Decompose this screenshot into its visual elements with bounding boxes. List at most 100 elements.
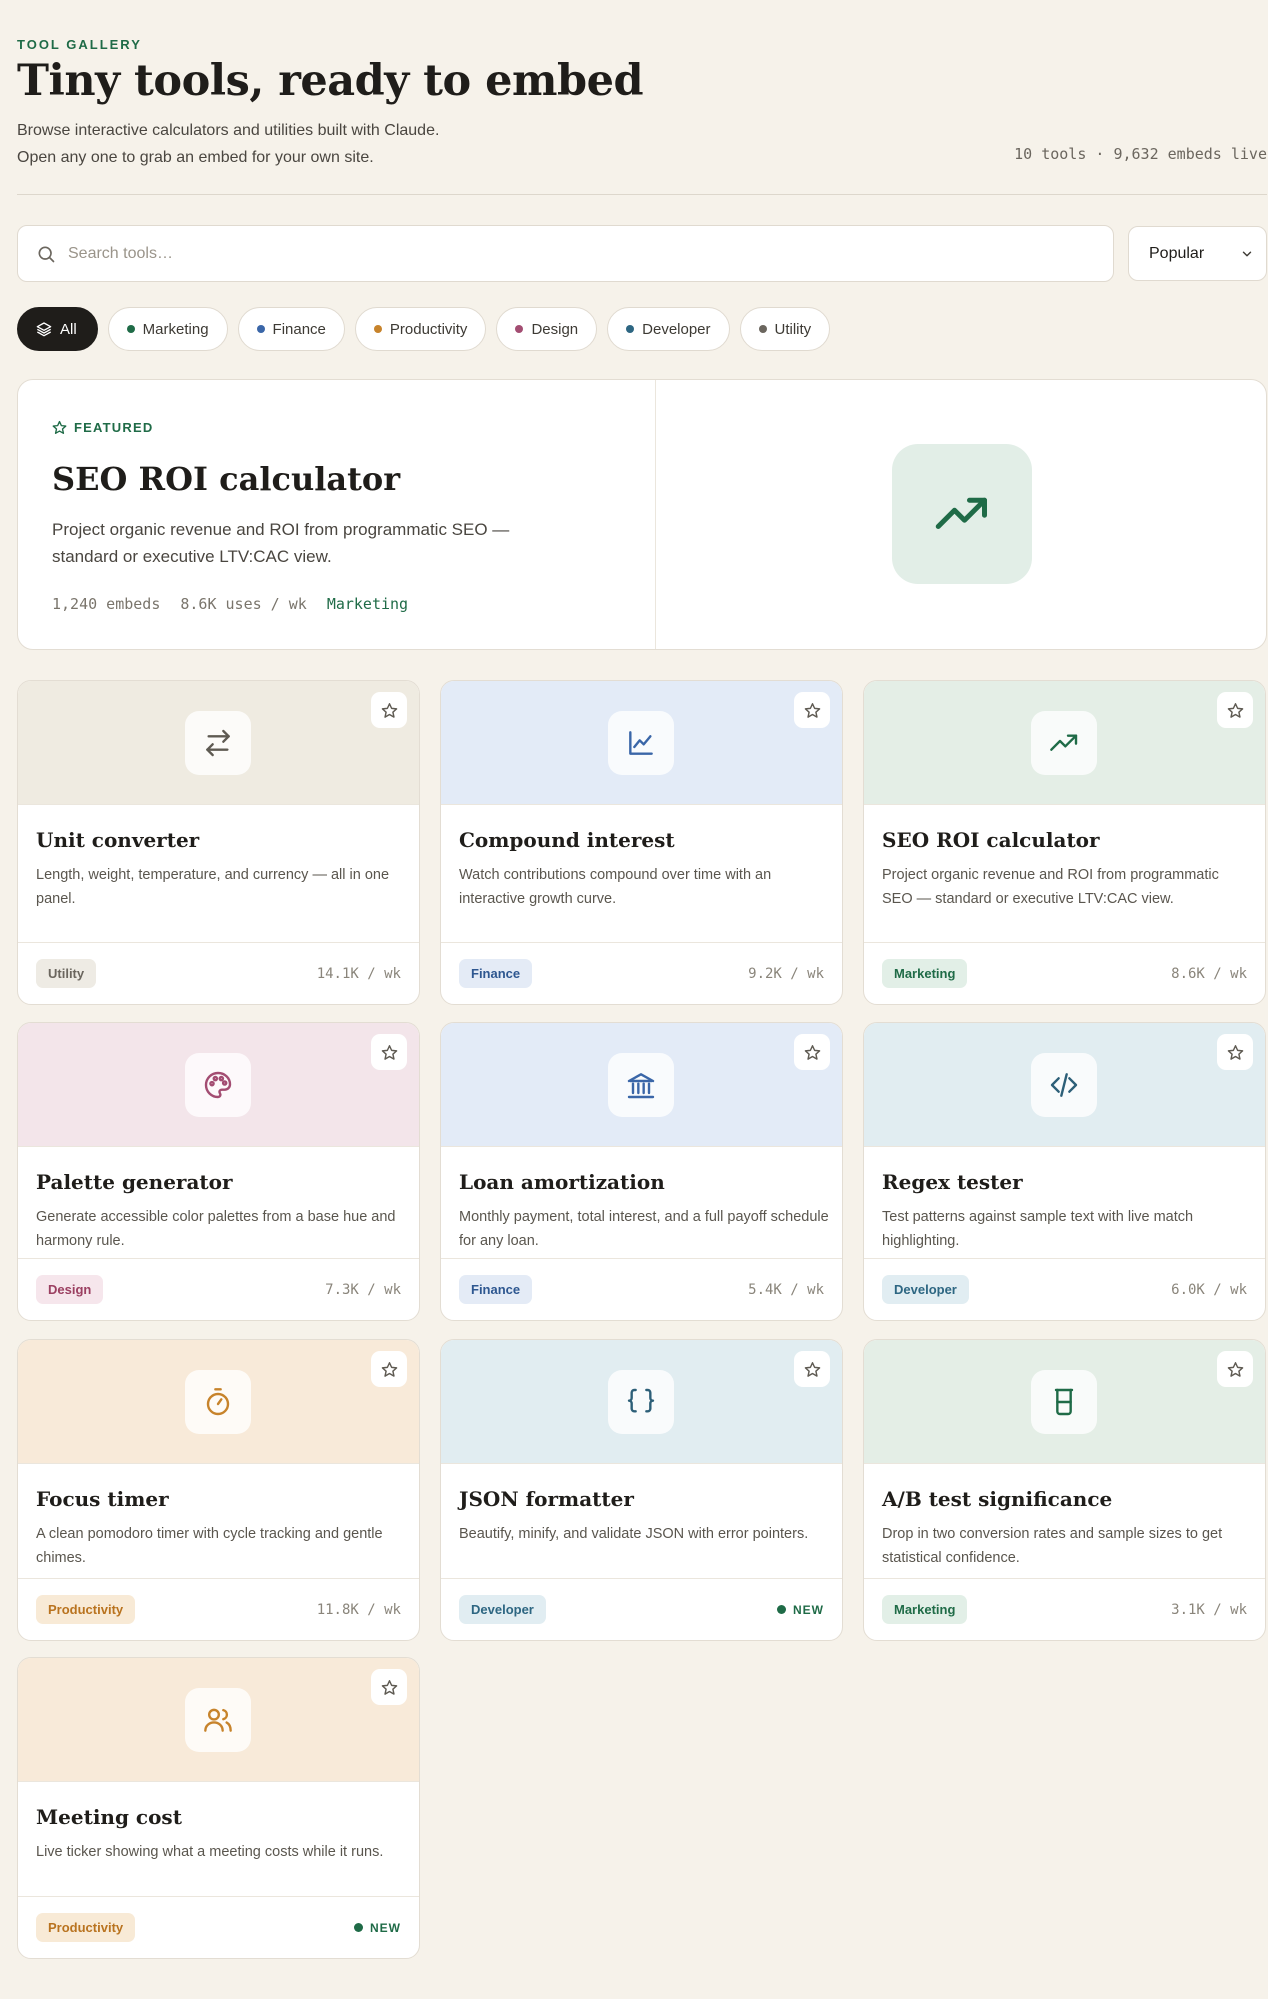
filter-chip-label: Finance bbox=[272, 320, 326, 338]
new-badge-label: NEW bbox=[793, 1602, 824, 1617]
search-icon bbox=[38, 246, 55, 262]
new-badge: NEW bbox=[354, 1921, 401, 1935]
favorite-star-icon[interactable] bbox=[371, 1351, 407, 1387]
category-dot bbox=[626, 325, 635, 333]
tool-gallery-page: TOOL GALLERY Tiny tools, ready to embed … bbox=[0, 0, 1286, 1999]
sort-selected-value: Popular bbox=[1149, 244, 1205, 262]
tool-card-description: A clean pomodoro timer with cycle tracki… bbox=[36, 1526, 383, 1566]
favorite-star-icon[interactable] bbox=[371, 1669, 407, 1705]
subtitle-line-1: Browse interactive calculators and utili… bbox=[17, 122, 440, 139]
featured-tool-card[interactable]: FEATURED SEO ROI calculator Project orga… bbox=[17, 379, 1267, 650]
palette-icon bbox=[185, 1053, 251, 1117]
sort-select[interactable]: Popular bbox=[1128, 226, 1267, 281]
search-box[interactable] bbox=[17, 225, 1114, 282]
tool-card-description: Generate accessible color palettes from … bbox=[36, 1209, 396, 1249]
category-tag: Developer bbox=[882, 1275, 969, 1304]
tool-card-json-formatter[interactable]: JSON formatter Beautify, minify, and vali… bbox=[440, 1339, 843, 1641]
tool-card-footer: Finance 9.2K / wk bbox=[441, 942, 842, 1004]
filter-chip-all[interactable]: All bbox=[17, 307, 98, 351]
tool-card-a-b-test-significance[interactable]: A/B test significance Drop in two convers… bbox=[863, 1339, 1266, 1641]
tool-card-banner bbox=[864, 681, 1265, 805]
tool-card-description: Project organic revenue and ROI from pro… bbox=[882, 867, 1219, 907]
line-chart-icon bbox=[608, 711, 674, 775]
tool-card-loan-amortization[interactable]: Loan amortization Monthly payment, total … bbox=[440, 1022, 843, 1321]
tool-card-description: Monthly payment, total interest, and a f… bbox=[459, 1209, 829, 1249]
chevron-down-icon bbox=[1242, 251, 1252, 256]
tool-card-banner bbox=[18, 1340, 419, 1464]
filter-chip-design[interactable]: Design bbox=[496, 307, 598, 351]
category-dot bbox=[256, 325, 265, 333]
favorite-star-icon[interactable] bbox=[371, 692, 407, 728]
new-badge: NEW bbox=[777, 1603, 824, 1617]
featured-label: FEATURED bbox=[52, 420, 153, 435]
filter-chip-marketing[interactable]: Marketing bbox=[107, 307, 228, 351]
weekly-uses: 6.0K / wk bbox=[1171, 1281, 1247, 1298]
tool-card-description: Live ticker showing what a meeting costs… bbox=[36, 1844, 384, 1860]
category-dot bbox=[373, 325, 382, 333]
favorite-star-icon[interactable] bbox=[1217, 692, 1253, 728]
favorite-star-icon[interactable] bbox=[1217, 1034, 1253, 1070]
filter-chips: All Marketing Finance Productivity Design Dev… bbox=[17, 307, 831, 351]
weekly-uses: 8.6K / wk bbox=[1171, 965, 1247, 982]
tool-card-seo-roi-calculator[interactable]: SEO ROI calculator Project organic revenu… bbox=[863, 680, 1266, 1005]
featured-label-text: FEATURED bbox=[74, 420, 154, 435]
star-icon bbox=[52, 420, 67, 434]
tool-card-banner bbox=[441, 681, 842, 805]
filter-chip-developer[interactable]: Developer bbox=[607, 307, 730, 351]
filter-chip-label: Design bbox=[531, 320, 579, 338]
favorite-star-icon[interactable] bbox=[794, 1351, 830, 1387]
tool-card-banner bbox=[864, 1023, 1265, 1147]
tool-card-footer: Marketing 3.1K / wk bbox=[864, 1578, 1265, 1640]
tool-card-unit-converter[interactable]: Unit converter Length, weight, temperatur… bbox=[17, 680, 420, 1005]
tool-card-description: Test patterns against sample text with l… bbox=[882, 1209, 1194, 1249]
featured-title: SEO ROI calculator bbox=[52, 460, 401, 498]
tool-card-footer: Productivity 11.8K / wk bbox=[18, 1578, 419, 1640]
page-edge bbox=[1268, 0, 1286, 1999]
tool-card-regex-tester[interactable]: Regex tester Test patterns against sample… bbox=[863, 1022, 1266, 1321]
trending-up-icon bbox=[1031, 711, 1097, 775]
filter-chip-finance[interactable]: Finance bbox=[237, 307, 345, 351]
tool-card-description: Beautify, minify, and validate JSON with… bbox=[459, 1526, 809, 1542]
filter-chip-label: Developer bbox=[642, 320, 711, 338]
tool-card-footer: Finance 5.4K / wk bbox=[441, 1258, 842, 1320]
tool-card-footer: Utility 14.1K / wk bbox=[18, 942, 419, 1004]
category-tag: Marketing bbox=[882, 959, 968, 988]
search-input[interactable] bbox=[68, 244, 968, 263]
tool-card-banner bbox=[18, 681, 419, 805]
filter-chip-label: Productivity bbox=[389, 320, 468, 338]
tool-card-banner bbox=[441, 1340, 842, 1464]
tool-card-banner bbox=[441, 1023, 842, 1147]
tool-card-title: Regex tester bbox=[882, 1170, 1023, 1194]
filter-chip-productivity[interactable]: Productivity bbox=[354, 307, 487, 351]
tool-card-title: Palette generator bbox=[36, 1170, 233, 1194]
filter-chip-label: Marketing bbox=[142, 320, 209, 338]
tool-card-footer: Developer 6.0K / wk bbox=[864, 1258, 1265, 1320]
tool-card-meeting-cost[interactable]: Meeting cost Live ticker showing what a m… bbox=[17, 1657, 420, 1959]
tool-card-banner bbox=[18, 1658, 419, 1782]
category-dot bbox=[758, 325, 767, 333]
tool-card-banner bbox=[18, 1023, 419, 1147]
tool-card-title: Compound interest bbox=[459, 828, 675, 852]
new-dot bbox=[777, 1605, 786, 1614]
trending-up-icon bbox=[892, 444, 1032, 584]
featured-category: Marketing bbox=[326, 595, 409, 613]
filter-chip-utility[interactable]: Utility bbox=[739, 307, 831, 351]
favorite-star-icon[interactable] bbox=[371, 1034, 407, 1070]
tool-card-focus-timer[interactable]: Focus timer A clean pomodoro timer with c… bbox=[17, 1339, 420, 1641]
tool-card-palette-generator[interactable]: Palette generator Generate accessible col… bbox=[17, 1022, 420, 1321]
featured-embeds: 1,240 embeds bbox=[52, 595, 161, 613]
weekly-uses: 3.1K / wk bbox=[1171, 1601, 1247, 1618]
timer-icon bbox=[185, 1370, 251, 1434]
gallery-stats: 10 tools · 9,632 embeds live bbox=[1014, 145, 1267, 163]
tool-card-compound-interest[interactable]: Compound interest Watch contributions com… bbox=[440, 680, 843, 1005]
new-badge-label: NEW bbox=[370, 1920, 401, 1935]
tool-card-banner bbox=[864, 1340, 1265, 1464]
favorite-star-icon[interactable] bbox=[794, 692, 830, 728]
tool-card-title: Unit converter bbox=[36, 828, 200, 852]
favorite-star-icon[interactable] bbox=[794, 1034, 830, 1070]
tool-card-title: A/B test significance bbox=[882, 1487, 1113, 1511]
users-icon bbox=[185, 1688, 251, 1752]
featured-description: Project organic revenue and ROI from pro… bbox=[52, 520, 510, 566]
favorite-star-icon[interactable] bbox=[1217, 1351, 1253, 1387]
category-tag: Utility bbox=[36, 959, 97, 988]
